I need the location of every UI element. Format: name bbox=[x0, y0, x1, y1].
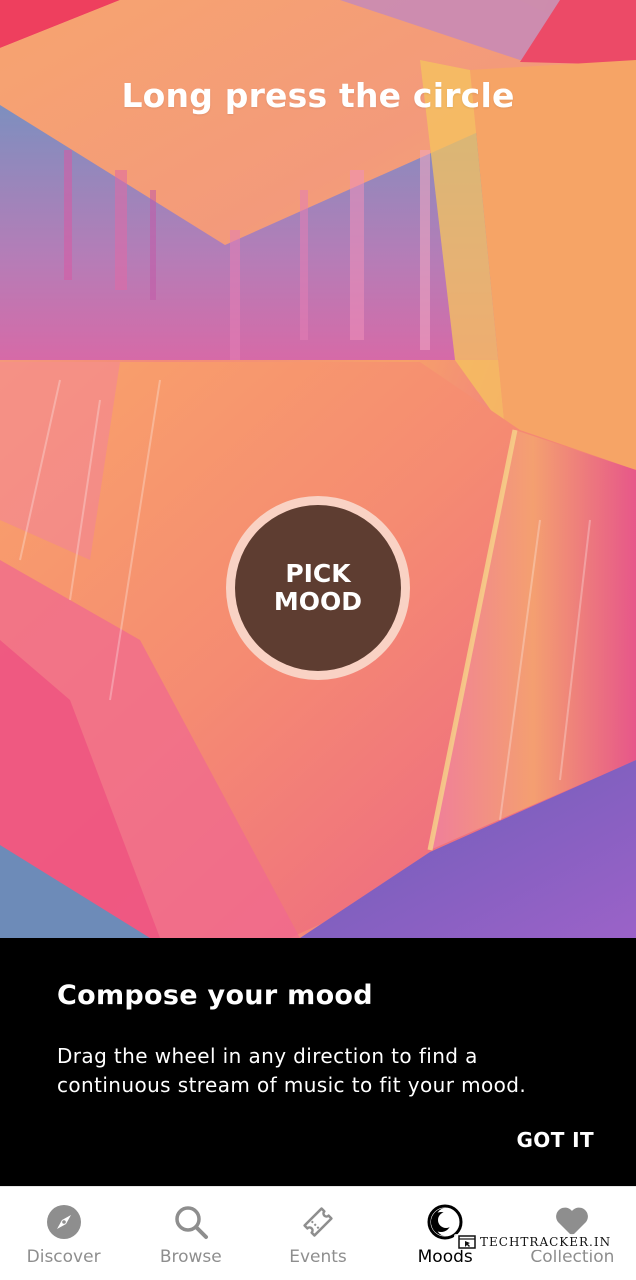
nav-label-moods: Moods bbox=[417, 1247, 473, 1267]
compass-icon bbox=[45, 1203, 83, 1241]
browser-cursor-icon bbox=[458, 1235, 476, 1249]
nav-item-discover[interactable]: Discover bbox=[0, 1187, 127, 1280]
pick-mood-label-line2: MOOD bbox=[273, 587, 363, 616]
nav-item-events[interactable]: Events bbox=[254, 1187, 381, 1280]
coach-title: Compose your mood bbox=[57, 980, 373, 1011]
search-icon bbox=[172, 1203, 210, 1241]
nav-label-browse: Browse bbox=[159, 1247, 222, 1267]
got-it-button[interactable]: GOT IT bbox=[516, 1128, 594, 1152]
watermark: TECHTRACKER.IN bbox=[454, 1234, 616, 1250]
pick-mood-label-line1: PICK bbox=[285, 559, 351, 588]
nav-label-events: Events bbox=[289, 1247, 347, 1267]
pick-mood-label: PICK MOOD bbox=[235, 505, 401, 671]
nav-label-discover: Discover bbox=[26, 1247, 101, 1267]
hero-instruction: Long press the circle bbox=[121, 76, 515, 115]
nav-item-browse[interactable]: Browse bbox=[127, 1187, 254, 1280]
abstract-background bbox=[0, 0, 636, 938]
pick-mood-button[interactable]: PICK MOOD bbox=[226, 496, 410, 680]
coach-mark-panel: Compose your mood Drag the wheel in any … bbox=[0, 938, 636, 1186]
mood-artwork: Long press the circle PICK MOOD bbox=[0, 0, 636, 938]
ticket-icon bbox=[299, 1203, 337, 1241]
watermark-text: TECHTRACKER.IN bbox=[480, 1235, 612, 1249]
bottom-navigation: Discover Browse Events Moods Collection bbox=[0, 1186, 636, 1280]
coach-description: Drag the wheel in any direction to find … bbox=[57, 1044, 527, 1097]
nav-label-collection: Collection bbox=[530, 1247, 615, 1267]
